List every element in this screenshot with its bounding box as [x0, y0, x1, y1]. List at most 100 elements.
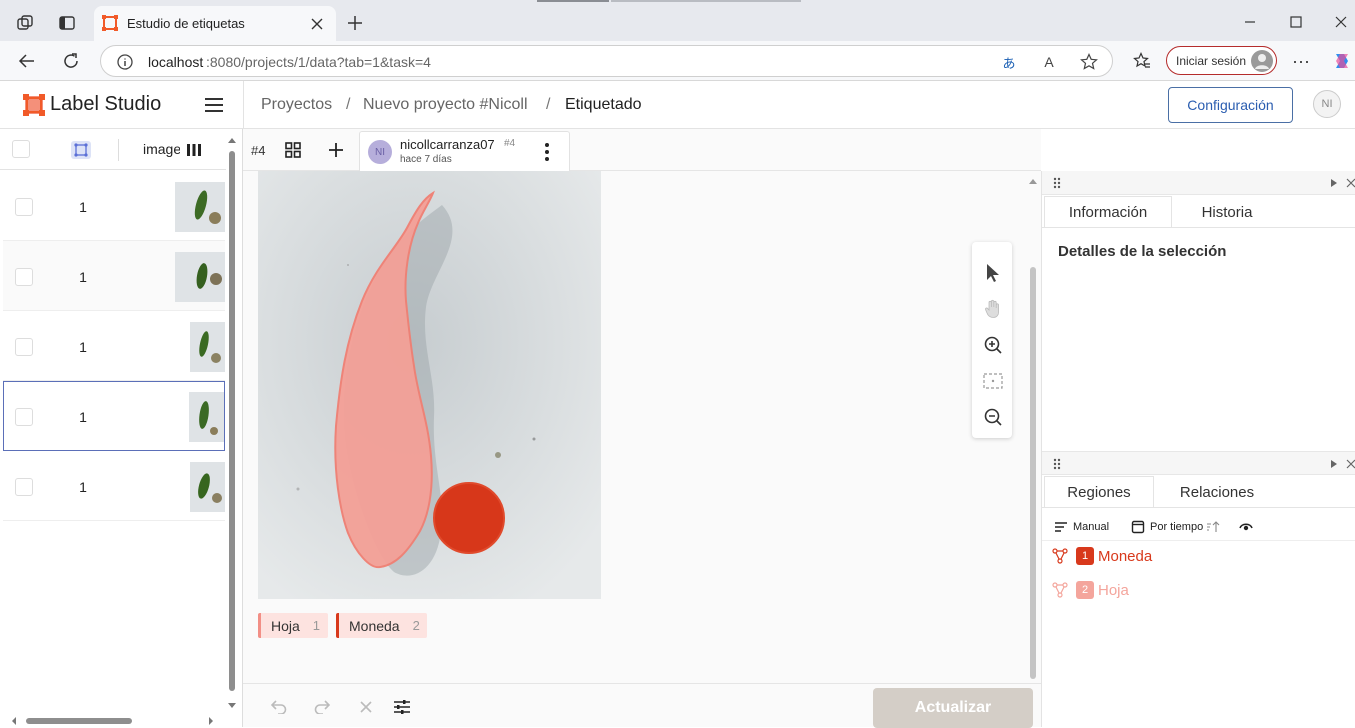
- regions-panel-header[interactable]: [1042, 451, 1355, 475]
- zoom-to-fit-icon[interactable]: [982, 370, 1004, 392]
- copilot-icon[interactable]: [1331, 50, 1353, 72]
- row-checkbox[interactable]: [15, 408, 33, 426]
- favorite-star-icon[interactable]: [1079, 52, 1099, 72]
- profile-avatar-icon: [1251, 50, 1273, 72]
- label-chip-hoja[interactable]: Hoja 1: [258, 613, 328, 638]
- task-row[interactable]: 1: [3, 241, 225, 311]
- id-column-icon[interactable]: [71, 141, 91, 159]
- task-number: #4: [251, 143, 266, 158]
- region-item-moneda[interactable]: 1 Moneda: [1052, 543, 1152, 569]
- scrollbar-thumb[interactable]: [229, 151, 235, 691]
- undo-icon[interactable]: [269, 697, 289, 717]
- browser-tab-active[interactable]: Estudio de etiquetas: [94, 6, 336, 41]
- update-button[interactable]: Actualizar: [873, 688, 1033, 728]
- task-row-selected[interactable]: 1: [3, 381, 225, 451]
- close-tab-icon[interactable]: [308, 15, 326, 33]
- zoom-in-icon[interactable]: [982, 334, 1004, 356]
- tab-actions-icon[interactable]: [56, 12, 78, 34]
- user-avatar[interactable]: NI: [1313, 90, 1341, 118]
- region-number: 1: [1076, 547, 1094, 565]
- task-row[interactable]: 1: [3, 171, 225, 241]
- reload-icon[interactable]: [60, 50, 82, 72]
- settings-button[interactable]: Configuración: [1168, 87, 1293, 123]
- region-item-hoja[interactable]: 2 Hoja: [1052, 577, 1129, 603]
- workspaces-icon[interactable]: [14, 12, 36, 34]
- visibility-eye-icon[interactable]: [1238, 517, 1254, 537]
- task-row[interactable]: 1: [3, 311, 225, 381]
- sort-manual-button[interactable]: Manual: [1054, 517, 1109, 537]
- list-horizontal-scrollbar[interactable]: [10, 716, 215, 726]
- workspace-scrollbar[interactable]: [1028, 177, 1038, 683]
- row-checkbox[interactable]: [15, 478, 33, 496]
- tab-divider: [1042, 227, 1355, 228]
- settings-sliders-icon[interactable]: [392, 697, 412, 717]
- list-vertical-scrollbar[interactable]: [226, 135, 238, 711]
- reset-icon[interactable]: [356, 697, 376, 717]
- task-row[interactable]: 1: [3, 451, 225, 521]
- breadcrumb-project[interactable]: Nuevo proyecto #Nicoll: [363, 96, 528, 114]
- label-chip-moneda[interactable]: Moneda 2: [336, 613, 427, 638]
- list-icon: [1055, 522, 1067, 532]
- new-tab-icon[interactable]: [344, 12, 366, 34]
- columns-toggle-icon[interactable]: [180, 139, 208, 161]
- row-checkbox[interactable]: [15, 338, 33, 356]
- tab-relaciones[interactable]: Relaciones: [1154, 476, 1280, 508]
- read-aloud-icon[interactable]: A: [1039, 52, 1059, 72]
- sort-time-label: Por tiempo: [1150, 521, 1204, 533]
- panel-detach-icon[interactable]: [1346, 458, 1355, 470]
- scrollbar-thumb[interactable]: [1030, 267, 1036, 679]
- redo-icon[interactable]: [312, 697, 332, 717]
- region-label: Hoja: [1098, 581, 1129, 599]
- breadcrumb-separator: /: [546, 96, 551, 113]
- info-panel-header[interactable]: [1042, 171, 1355, 195]
- minimize-window-icon[interactable]: [1240, 12, 1260, 32]
- annotation-workspace: #4 NI nicollcarranza07 #4 hace 7 días Ho…: [243, 129, 1041, 728]
- add-annotation-icon[interactable]: [327, 141, 345, 159]
- calendar-icon: [1131, 520, 1145, 534]
- task-id: 1: [79, 269, 87, 285]
- coin-region: [433, 482, 505, 554]
- panel-detach-icon[interactable]: [1346, 177, 1355, 189]
- task-id: 1: [79, 479, 87, 495]
- drag-handle-icon[interactable]: [1052, 176, 1062, 190]
- label-studio-logo-icon: [22, 93, 46, 117]
- translate-icon[interactable]: あ: [999, 52, 1019, 72]
- annotation-options-icon[interactable]: [538, 142, 556, 162]
- scrollbar-thumb[interactable]: [26, 718, 132, 724]
- sign-in-button[interactable]: Iniciar sesión: [1166, 46, 1277, 75]
- sort-by-time-button[interactable]: Por tiempo: [1131, 517, 1220, 537]
- tab-regiones[interactable]: Regiones: [1044, 476, 1154, 508]
- favorites-icon[interactable]: [1131, 50, 1153, 72]
- tab-historia[interactable]: Historia: [1172, 196, 1282, 228]
- column-divider: [118, 139, 119, 161]
- pan-hand-icon[interactable]: [982, 298, 1004, 320]
- row-checkbox[interactable]: [15, 198, 33, 216]
- close-window-icon[interactable]: [1331, 12, 1351, 32]
- image-column-header[interactable]: image: [143, 141, 181, 157]
- sort-direction-icon: [1207, 521, 1220, 532]
- region-number: 2: [1076, 581, 1094, 599]
- back-icon[interactable]: [16, 50, 38, 72]
- row-checkbox[interactable]: [15, 268, 33, 286]
- annotation-tab[interactable]: NI nicollcarranza07 #4 hace 7 días: [359, 131, 570, 171]
- annotated-image[interactable]: [258, 171, 601, 599]
- annotations-grid-icon[interactable]: [284, 141, 302, 159]
- tab-informacion[interactable]: Información: [1044, 196, 1172, 228]
- select-all-checkbox[interactable]: [12, 140, 30, 158]
- panel-collapse-icon[interactable]: [1329, 458, 1339, 470]
- drag-handle-icon[interactable]: [1052, 457, 1062, 471]
- task-id: 1: [79, 339, 87, 355]
- address-bar[interactable]: localhost :8080/projects/1/data?tab=1&ta…: [100, 45, 1113, 77]
- app-logo-text: Label Studio: [50, 93, 162, 115]
- zoom-out-icon[interactable]: [982, 406, 1004, 428]
- label-studio-favicon-icon: [102, 15, 118, 31]
- more-menu-icon[interactable]: ···: [1290, 50, 1312, 72]
- breadcrumb-projects[interactable]: Proyectos: [261, 96, 332, 114]
- maximize-window-icon[interactable]: [1286, 12, 1306, 32]
- hamburger-menu-icon[interactable]: [203, 95, 225, 115]
- select-pointer-icon[interactable]: [982, 262, 1004, 284]
- site-info-icon[interactable]: [116, 53, 134, 71]
- panel-collapse-icon[interactable]: [1329, 177, 1339, 189]
- annotation-toolbar: #4 NI nicollcarranza07 #4 hace 7 días: [243, 129, 1041, 171]
- sort-manual-label: Manual: [1073, 521, 1110, 533]
